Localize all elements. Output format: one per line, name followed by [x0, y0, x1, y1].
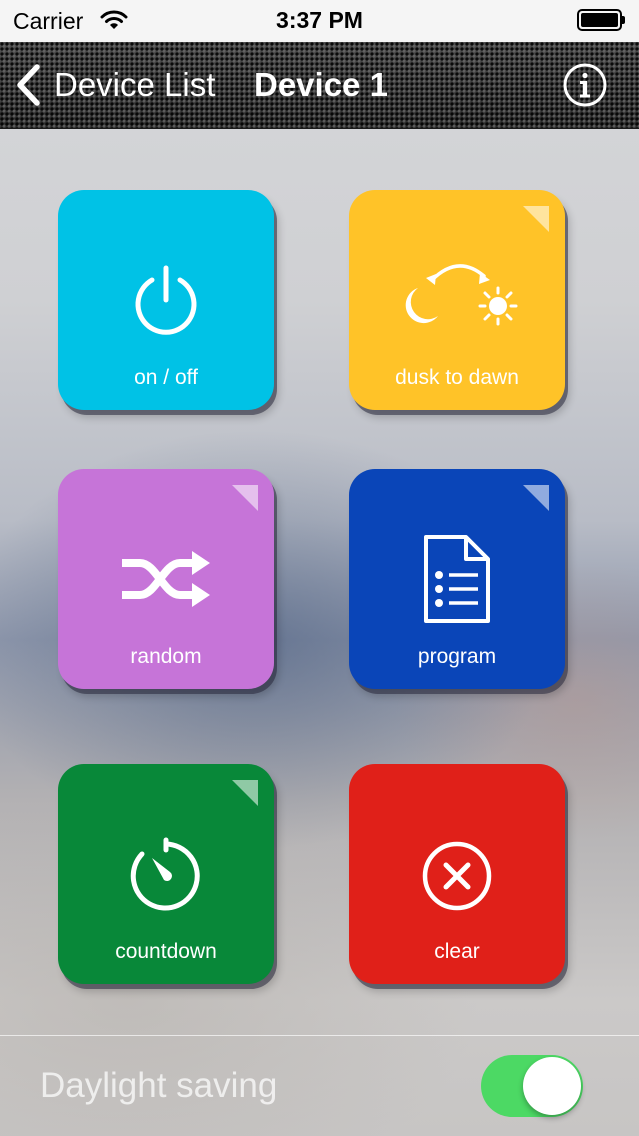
tile-label: countdown [115, 940, 217, 963]
countdown-tile[interactable]: countdown [58, 764, 274, 984]
on-off-tile[interactable]: on / off [58, 190, 274, 410]
divider [0, 1035, 639, 1036]
corner-fold-icon [523, 206, 549, 232]
tile-label: program [417, 645, 497, 668]
status-time: 3:37 PM [276, 7, 363, 33]
status-bar: Carrier 3:37 PM [0, 0, 639, 42]
timer-icon [130, 837, 200, 911]
toggle-knob [523, 1057, 581, 1115]
back-button[interactable]: Device List [14, 62, 215, 108]
battery-icon [577, 9, 625, 31]
power-icon [135, 265, 197, 335]
clear-tile[interactable]: clear [349, 764, 565, 984]
program-tile[interactable]: program [349, 469, 565, 689]
document-list-icon [424, 535, 490, 623]
shuffle-icon [122, 551, 210, 607]
tile-label: dusk to dawn [395, 366, 519, 389]
page-title: Device 1 [254, 66, 388, 103]
close-circle-icon [422, 841, 492, 911]
dusk-to-dawn-tile[interactable]: dusk to dawn [349, 190, 565, 410]
daylight-saving-toggle[interactable] [481, 1055, 583, 1117]
daylight-saving-label: Daylight saving [40, 1066, 278, 1105]
back-label: Device List [54, 66, 216, 103]
corner-fold-icon [523, 485, 549, 511]
corner-fold-icon [232, 780, 258, 806]
random-tile[interactable]: random [58, 469, 274, 689]
chevron-left-icon [17, 64, 40, 106]
navigation-bar: Device List Device 1 [0, 42, 639, 129]
tile-label: clear [434, 940, 480, 963]
corner-fold-icon [232, 485, 258, 511]
tile-label: on / off [134, 366, 198, 389]
moon-sun-icon [405, 264, 518, 326]
info-circle-icon[interactable] [562, 62, 608, 108]
tile-label: random [130, 645, 202, 668]
